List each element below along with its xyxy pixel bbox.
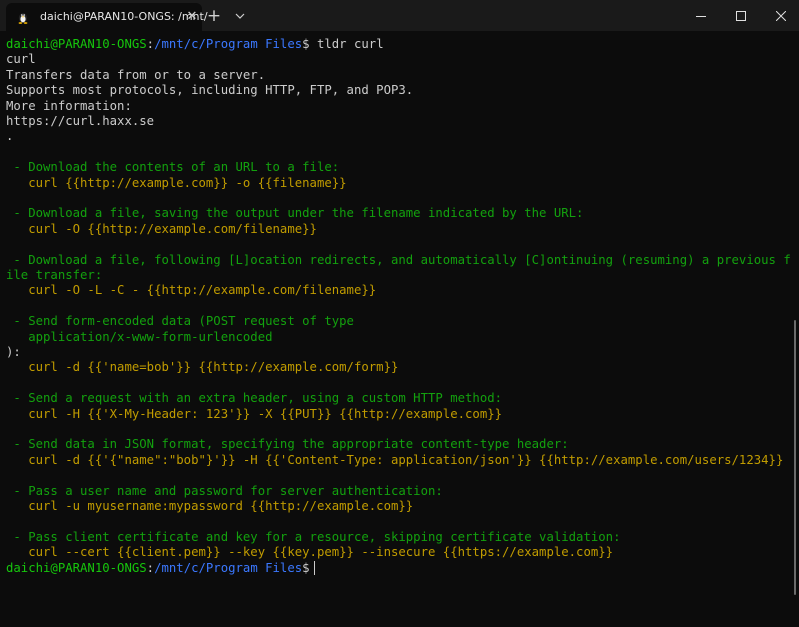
example-command: curl {{http://example.com}} -o {{filenam… [6,175,347,190]
example-command: curl --cert {{client.pem}} --key {{key.p… [6,545,614,560]
example-command: curl -u myusername:mypassword {{http://e… [6,499,414,513]
info-dot: . [6,129,14,144]
maximize-button[interactable] [724,0,758,31]
example-command: curl -d {{'{"name":"bob"}'}} -H {{'Conte… [6,452,784,467]
example-description: - Send data in JSON format, specifying t… [6,437,569,452]
prompt-user: daichi@PARAN10-ONGS [6,37,147,51]
close-window-button[interactable] [764,0,798,31]
example-description: - Pass a user name and password for serv… [6,483,443,498]
maximize-icon [736,10,746,21]
chevron-down-icon[interactable] [229,0,251,31]
terminal-tab[interactable]: daichi@PARAN10-ONGS: /mnt/ ✕ [6,3,208,31]
example-command: curl -O {{http://example.com/filename}} [6,221,317,236]
tab-close-icon[interactable]: ✕ [184,9,200,25]
prompt-colon: : [146,560,155,575]
prompt-colon: : [146,37,155,51]
example-command: curl -H {{'X-My-Header: 123'}} -X {{PUT}… [6,406,503,421]
example-description: - Send a request with an extra header, u… [6,391,503,406]
summary-line: Supports most protocols, including HTTP,… [6,83,414,98]
text-cursor [313,561,315,576]
page-title: curl [6,52,36,67]
minimize-button[interactable] [684,0,718,31]
prompt-line[interactable]: daichi@PARAN10-ONGS:/mnt/c/Program Files… [6,561,315,576]
prompt-user: daichi@PARAN10-ONGS [6,560,147,575]
example-description: - Send form-encoded data (POST request o… [6,314,354,329]
prompt-path: /mnt/c/Program Files [154,560,303,575]
linux-penguin-icon [18,13,28,24]
command-line: daichi@PARAN10-ONGS:/mnt/c/Program Files… [6,37,384,52]
tab-title: daichi@PARAN10-ONGS: /mnt/ [40,10,208,23]
example-description: application/x-www-form-urlencoded [6,329,273,344]
example-command: curl -O -L -C - {{http://example.com/fil… [6,283,377,298]
info-url: https://curl.haxx.se [6,114,155,128]
terminal-output[interactable]: daichi@PARAN10-ONGS:/mnt/c/Program Files… [6,37,791,617]
example-description: ): [6,345,21,359]
scrollbar[interactable] [794,320,796,595]
new-tab-button[interactable]: + [203,0,225,31]
example-description: - Pass client certificate and key for a … [6,529,621,544]
example-description: - Download a file, following [L]ocation … [6,252,791,267]
prompt-dollar: $ [302,560,310,575]
summary-line: Transfers data from or to a server. [6,67,266,82]
close-icon [776,10,786,21]
title-bar: daichi@PARAN10-ONGS: /mnt/ ✕ + [0,0,799,31]
example-command: curl -d {{'name=bob'}} {{http://example.… [6,360,399,375]
minimize-icon [696,15,706,17]
prompt-path: /mnt/c/Program Files [154,37,303,51]
example-description: - Download the contents of an URL to a f… [6,160,340,175]
example-description: - Download a file, saving the output und… [6,206,584,221]
entered-command: $ tldr curl [302,37,384,51]
example-description: ile transfer: [6,268,103,282]
info-label: More information: [6,98,132,113]
